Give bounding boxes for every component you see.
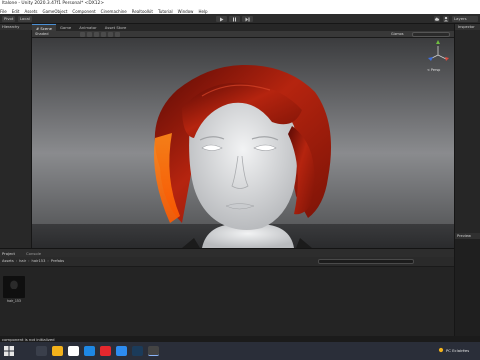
- tray-text[interactable]: PC Eclairées: [446, 348, 469, 353]
- breadcrumb-item[interactable]: Assets: [2, 259, 14, 263]
- steam-icon[interactable]: [132, 346, 143, 356]
- cloud-button[interactable]: [434, 16, 440, 22]
- breadcrumb-separator: ›: [47, 259, 49, 263]
- preview-panel: Preview: [454, 233, 480, 343]
- tab-asset-store[interactable]: Asset Store: [101, 24, 131, 31]
- pivot-toggle[interactable]: Pivot: [2, 16, 16, 22]
- playback-controls: [216, 16, 253, 22]
- notepad-icon[interactable]: [116, 346, 127, 356]
- asset-name: hair_153: [7, 299, 21, 303]
- opera-icon[interactable]: [100, 346, 111, 356]
- breadcrumb: Assets › hair › hair153 › Prefabs: [2, 259, 64, 263]
- effects-toggle-icon[interactable]: [101, 32, 106, 37]
- main-toolbar: Pivot Local Layers: [0, 14, 480, 24]
- lighting-toggle-icon[interactable]: [87, 32, 92, 37]
- play-button[interactable]: [216, 16, 227, 22]
- project-pathbar: Assets › hair › hair153 › Prefabs: [0, 257, 454, 267]
- account-button[interactable]: [443, 16, 449, 22]
- audio-toggle-icon[interactable]: [94, 32, 99, 37]
- hierarchy-panel: Hierarchy: [0, 24, 32, 248]
- start-button[interactable]: [4, 346, 14, 356]
- tab-animator[interactable]: Animator: [75, 24, 100, 31]
- tab-console[interactable]: Console: [26, 251, 41, 256]
- taskbar-apps: [36, 346, 159, 356]
- visibility-toggle-icon[interactable]: [108, 32, 113, 37]
- local-toggle[interactable]: Local: [18, 16, 32, 22]
- gizmo-y-axis[interactable]: [436, 40, 440, 44]
- breadcrumb-item[interactable]: hair153: [32, 259, 46, 263]
- unity-icon[interactable]: [148, 346, 159, 356]
- os-taskbar: PC Eclairées: [0, 342, 480, 360]
- play-icon: [220, 17, 224, 21]
- project-tabs: Project Console: [0, 249, 454, 257]
- inspector-tab[interactable]: Inspector: [455, 24, 480, 30]
- asset-item[interactable]: hair_153: [3, 276, 25, 306]
- store-icon[interactable]: [84, 346, 95, 356]
- layers-dropdown[interactable]: Layers: [452, 16, 478, 22]
- chrome-icon[interactable]: [68, 346, 79, 356]
- window-title: ltalone - Unity 2020.3.47f1 Personal* <D…: [2, 1, 104, 6]
- character-render: [32, 40, 454, 248]
- step-button[interactable]: [242, 16, 253, 22]
- gizmo-z-axis[interactable]: [428, 57, 433, 61]
- breadcrumb-separator: ›: [28, 259, 30, 263]
- scene-tab-bar: # Scene Game Animator Asset Store: [32, 24, 454, 31]
- scene-toolbar: Shaded Gizmos: [32, 31, 454, 38]
- tab-project[interactable]: Project: [2, 251, 15, 256]
- weather-icon[interactable]: [438, 347, 444, 353]
- shading-mode-dropdown[interactable]: Shaded: [35, 32, 49, 37]
- search-icon[interactable]: [36, 346, 47, 356]
- orientation-gizmo[interactable]: [429, 46, 447, 60]
- window-titlebar: ltalone - Unity 2020.3.47f1 Personal* <D…: [0, 0, 480, 8]
- tab-game[interactable]: Game: [56, 24, 75, 31]
- project-search-input[interactable]: [318, 259, 414, 264]
- preview-tab[interactable]: Preview: [455, 233, 480, 239]
- system-tray: PC Eclairées: [438, 347, 469, 353]
- pause-button[interactable]: [229, 16, 240, 22]
- inspector-panel: Inspector: [454, 24, 480, 233]
- breadcrumb-item[interactable]: Prefabs: [51, 259, 64, 263]
- camera-settings-icon[interactable]: [115, 32, 120, 37]
- windows-logo-icon: [4, 346, 14, 356]
- step-icon: [245, 17, 250, 21]
- cloud-icon: [434, 17, 440, 21]
- account-icon: [443, 16, 449, 22]
- scene-search-input[interactable]: [412, 32, 450, 37]
- status-message[interactable]: component is not initialized: [2, 337, 55, 342]
- tab-scene[interactable]: # Scene: [32, 24, 56, 31]
- pause-icon: [233, 17, 236, 21]
- project-panel: Project Console Assets › hair › hair153 › Pref…: [0, 248, 454, 343]
- asset-thumbnail: [3, 276, 25, 298]
- prefab-icon: [10, 280, 18, 289]
- 2d-toggle-icon[interactable]: [80, 32, 85, 37]
- breadcrumb-item[interactable]: hair: [19, 259, 26, 263]
- file-explorer-icon[interactable]: [52, 346, 63, 356]
- gizmo-x-axis[interactable]: [445, 57, 449, 61]
- breadcrumb-separator: ›: [15, 259, 18, 263]
- gizmos-dropdown[interactable]: Gizmos: [391, 32, 404, 37]
- perspective-label[interactable]: < Persp: [427, 68, 440, 72]
- hierarchy-tab[interactable]: Hierarchy: [0, 24, 32, 30]
- scene-viewport[interactable]: < Persp: [32, 38, 454, 248]
